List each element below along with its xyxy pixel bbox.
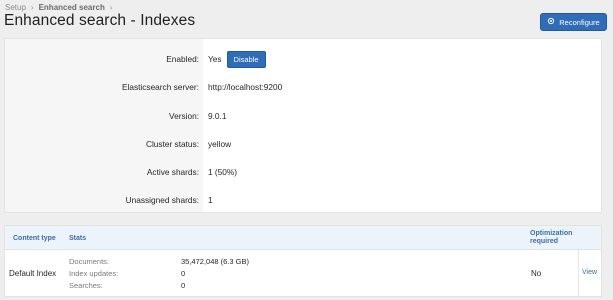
active-shards-value: 1 (50%) — [208, 167, 238, 177]
unassigned-shards-row: Unassigned shards: 1 — [5, 193, 601, 207]
th-optimization-required: required — [530, 238, 559, 245]
breadcrumb-setup[interactable]: Setup — [5, 3, 26, 12]
th-stats: Stats — [69, 235, 87, 242]
searches-label: Searches: — [69, 281, 103, 290]
content-type-cell: Default Index — [9, 269, 57, 278]
disable-button[interactable]: Disable — [226, 50, 266, 68]
gear-icon — [547, 17, 555, 27]
documents-value: 35,472,048 (6.3 GB) — [181, 257, 249, 266]
chevron-right-icon: › — [109, 2, 113, 12]
version-value: 9.0.1 — [208, 111, 227, 121]
breadcrumb-enhanced-search[interactable]: Enhanced search — [39, 3, 105, 12]
version-row: Version: 9.0.1 — [5, 109, 601, 123]
documents-label: Documents: — [69, 257, 110, 266]
enabled-label: Enabled: — [166, 54, 199, 64]
server-row: Elasticsearch server: http://localhost:9… — [5, 80, 601, 94]
cluster-label: Cluster status: — [145, 139, 199, 149]
indexes-table: Content type Stats Optimization required… — [4, 225, 602, 297]
table-header: Content type Stats Optimization required — [5, 226, 601, 250]
column-divider — [578, 250, 579, 296]
details-panel: Enabled: Yes Disable Elasticsearch serve… — [4, 38, 602, 213]
th-content-type: Content type — [13, 235, 56, 242]
chevron-right-icon: › — [30, 2, 34, 12]
enabled-row: Enabled: Yes Disable — [5, 50, 601, 68]
enabled-value: Yes — [208, 54, 222, 64]
view-link[interactable]: View — [582, 269, 597, 276]
cluster-value: yellow — [208, 139, 232, 149]
reconfigure-label: Reconfigure — [559, 17, 600, 27]
page-title: Enhanced search - Indexes — [4, 12, 196, 29]
cluster-row: Cluster status: yellow — [5, 137, 601, 151]
active-shards-row: Active shards: 1 (50%) — [5, 165, 601, 179]
active-shards-label: Active shards: — [146, 167, 199, 177]
reconfigure-button[interactable]: Reconfigure — [540, 13, 607, 31]
th-optimization: Optimization — [530, 230, 573, 237]
version-label: Version: — [169, 111, 199, 121]
unassigned-shards-value: 1 — [208, 195, 213, 205]
server-value: http://localhost:9200 — [208, 82, 283, 92]
searches-value: 0 — [181, 281, 186, 290]
optimization-cell: No — [531, 269, 542, 278]
server-label: Elasticsearch server: — [121, 82, 199, 92]
unassigned-shards-label: Unassigned shards: — [125, 195, 199, 205]
index-updates-value: 0 — [181, 269, 186, 278]
index-updates-label: Index updates: — [69, 269, 119, 278]
